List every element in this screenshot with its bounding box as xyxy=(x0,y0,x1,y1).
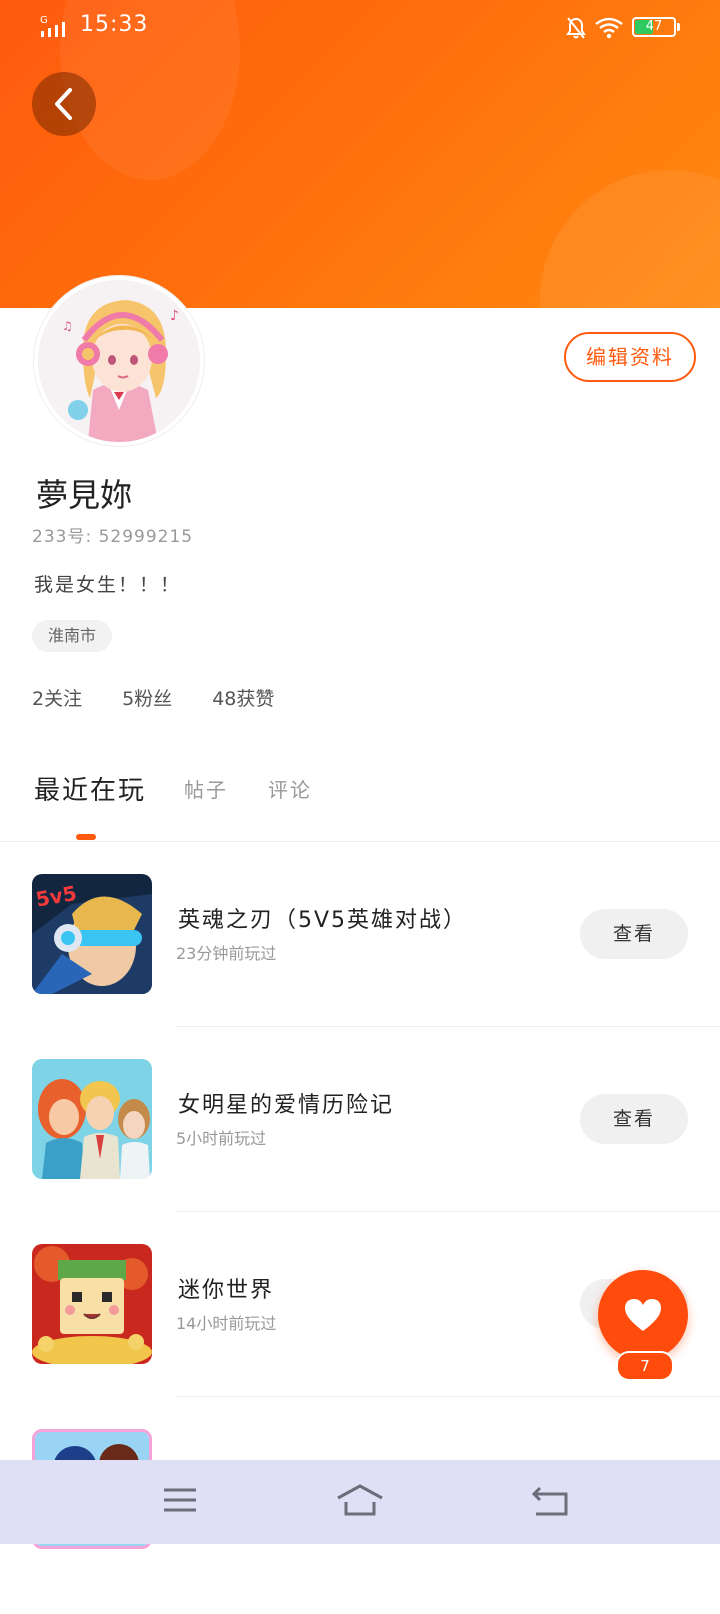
tab-recently-played[interactable]: 最近在玩 xyxy=(34,770,146,807)
game-icon xyxy=(32,1244,152,1364)
avatar[interactable]: ♪ ♫ xyxy=(34,276,204,446)
bell-off-icon xyxy=(566,17,586,39)
battery-level: 47 xyxy=(645,19,663,34)
likes-count: 48获赞 xyxy=(212,688,275,710)
game-last-played: 14小时前玩过 xyxy=(176,1314,277,1333)
home-icon[interactable] xyxy=(336,1480,384,1520)
game-icon-image xyxy=(32,1244,152,1364)
back-button[interactable] xyxy=(32,72,96,136)
fans-count[interactable]: 5粉丝 xyxy=(122,684,172,711)
profile-header-banner: G 15:33 47 xyxy=(0,0,720,308)
heart-icon xyxy=(625,1299,661,1331)
location-tag: 淮南市 xyxy=(32,620,113,652)
menu-icon[interactable] xyxy=(156,1480,204,1520)
back-icon[interactable] xyxy=(526,1480,574,1520)
wifi-icon xyxy=(595,17,623,39)
like-count-badge: 7 xyxy=(616,1351,674,1381)
tabs-divider xyxy=(0,841,720,842)
tab-comments[interactable]: 评论 xyxy=(268,774,312,803)
battery-indicator: 47 xyxy=(632,17,676,37)
game-name: 英魂之刃（5V5英雄对战） xyxy=(178,908,468,933)
list-divider xyxy=(176,1211,720,1212)
list-divider xyxy=(176,1026,720,1027)
network-type: G xyxy=(40,15,48,26)
profile-stats: 2关注 5粉丝 48获赞 xyxy=(32,684,274,711)
status-bar: G 15:33 47 xyxy=(0,0,720,54)
profile-bio: 我是女生！！！ xyxy=(34,574,182,596)
system-navigation-bar xyxy=(0,1460,720,1544)
list-item[interactable]: 女明星的爱情历险记 5小时前玩过 查看 xyxy=(0,1059,720,1244)
list-item[interactable]: 5v5 英魂之刃（5V5英雄对战） 23分钟前玩过 查看 xyxy=(0,874,720,1059)
profile-nickname: 夢見妳 xyxy=(36,476,133,514)
svg-text:♫: ♫ xyxy=(62,319,73,333)
edit-profile-button[interactable]: 编辑资料 xyxy=(564,332,696,382)
signal-icon: G xyxy=(40,15,65,37)
avatar-image: ♪ ♫ xyxy=(38,280,200,442)
following-count[interactable]: 2关注 xyxy=(32,684,82,711)
like-fab-button[interactable] xyxy=(598,1270,688,1360)
game-icon: 5v5 xyxy=(32,874,152,994)
profile-tabs: 最近在玩 帖子 评论 xyxy=(0,770,720,840)
svg-text:♪: ♪ xyxy=(170,308,179,324)
battery-tip xyxy=(677,23,680,31)
game-last-played: 5小时前玩过 xyxy=(176,1129,267,1148)
anime-girl-avatar-illustration: ♪ ♫ xyxy=(38,280,200,442)
chevron-left-icon xyxy=(55,88,72,120)
tab-active-indicator xyxy=(76,834,96,840)
tab-posts[interactable]: 帖子 xyxy=(184,774,228,803)
game-icon xyxy=(32,1059,152,1179)
status-time: 15:33 xyxy=(80,12,149,37)
list-divider xyxy=(176,1396,720,1397)
game-icon-image xyxy=(32,1059,152,1179)
game-name: 迷你世界 xyxy=(178,1278,275,1303)
game-last-played: 23分钟前玩过 xyxy=(176,944,277,963)
game-icon-image: 5v5 xyxy=(32,874,152,994)
game-name: 女明星的爱情历险记 xyxy=(178,1093,395,1118)
view-button[interactable]: 查看 xyxy=(580,1094,688,1144)
profile-uid: 233号: 52999215 xyxy=(32,527,194,547)
header-decoration xyxy=(540,170,720,308)
view-button[interactable]: 查看 xyxy=(580,909,688,959)
